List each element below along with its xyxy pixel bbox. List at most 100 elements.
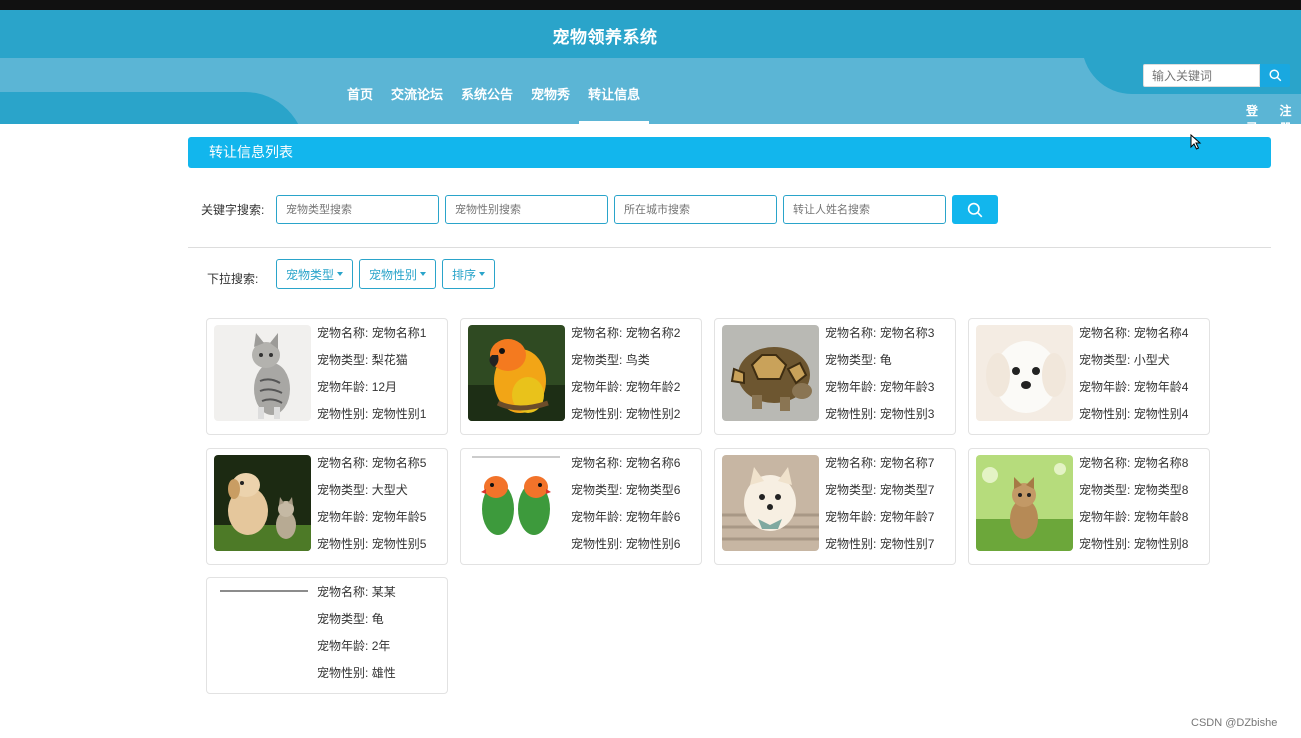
pet-type: 宠物类型8 <box>1133 483 1189 497</box>
pet-type: 小型犬 <box>1133 353 1170 367</box>
pet-gender: 宠物性别1 <box>371 407 427 421</box>
pet-gender-dropdown-label: 宠物性别 <box>369 267 418 282</box>
pet-gender-search-input[interactable] <box>445 195 608 224</box>
pet-age-label: 宠物年龄: <box>571 510 623 524</box>
cat-icon[interactable] <box>214 325 311 421</box>
city-search-input[interactable] <box>614 195 777 224</box>
search-icon <box>967 202 983 217</box>
pet-age: 宠物年龄3 <box>879 380 935 394</box>
nav-pet-show[interactable]: 宠物秀 <box>522 80 579 124</box>
pet-name: 宠物名称4 <box>1133 326 1189 340</box>
pet-age-label: 宠物年龄: <box>317 639 369 653</box>
nav-forum[interactable]: 交流论坛 <box>382 80 452 124</box>
transferor-name-search-input[interactable] <box>783 195 946 224</box>
pet-gender: 宠物性别2 <box>625 407 681 421</box>
tortoise-icon[interactable] <box>722 325 819 421</box>
pet-card[interactable]: 宠物名称: 宠物名称3 宠物类型: 龟 宠物年龄: 宠物年龄3 宠物性别: 宠物… <box>714 318 956 435</box>
pet-gender: 宠物性别8 <box>1133 537 1189 551</box>
pomeranian-icon[interactable] <box>722 455 819 551</box>
caret-down-icon <box>337 272 344 276</box>
pet-age-label: 宠物年龄: <box>825 510 877 524</box>
pet-card[interactable]: 宠物名称: 宠物名称1 宠物类型: 梨花猫 宠物年龄: 12月 宠物性别: 宠物… <box>206 318 448 435</box>
pet-gender: 宠物性别6 <box>625 537 681 551</box>
pet-type-label: 宠物类型: <box>317 483 369 497</box>
pet-type-label: 宠物类型: <box>317 353 369 367</box>
search-divider <box>188 247 1271 248</box>
pet-age-label: 宠物年龄: <box>1079 380 1131 394</box>
pet-gender-label: 宠物性别: <box>317 407 369 421</box>
header-decor-left <box>0 92 305 124</box>
pet-card[interactable]: 宠物名称: 宠物名称6 宠物类型: 宠物类型6 宠物年龄: 宠物年龄6 宠物性别… <box>460 448 702 565</box>
pet-gender-label: 宠物性别: <box>317 537 369 551</box>
search-icon <box>1268 69 1281 82</box>
pet-gender: 宠物性别3 <box>879 407 935 421</box>
pet-name-label: 宠物名称: <box>317 585 369 599</box>
auth-links: 登录 注册 <box>1246 102 1301 124</box>
login-link[interactable]: 登录 <box>1246 102 1268 124</box>
pet-age: 宠物年龄7 <box>879 510 935 524</box>
pet-name: 宠物名称2 <box>625 326 681 340</box>
pet-gender-label: 宠物性别: <box>825 407 877 421</box>
pet-gender: 宠物性别4 <box>1133 407 1189 421</box>
pet-card[interactable]: 宠物名称: 宠物名称8 宠物类型: 宠物类型8 宠物年龄: 宠物年龄8 宠物性别… <box>968 448 1210 565</box>
register-link[interactable]: 注册 <box>1280 102 1301 124</box>
sort-dropdown[interactable]: 排序 <box>442 259 496 289</box>
pet-type-label: 宠物类型: <box>1079 483 1131 497</box>
window-top-bar <box>0 0 1301 10</box>
site-title: 宠物领养系统 <box>552 28 658 47</box>
pet-gender-label: 宠物性别: <box>571 537 623 551</box>
pet-type: 大型犬 <box>371 483 408 497</box>
white-dog-icon[interactable] <box>976 325 1073 421</box>
pet-card[interactable]: 宠物名称: 宠物名称5 宠物类型: 大型犬 宠物年龄: 宠物年龄5 宠物性别: … <box>206 448 448 565</box>
pet-gender-label: 宠物性别: <box>571 407 623 421</box>
pet-name: 宠物名称7 <box>879 456 935 470</box>
pet-age: 宠物年龄5 <box>371 510 427 524</box>
pet-type-dropdown[interactable]: 宠物类型 <box>276 259 354 289</box>
pet-type: 龟 <box>879 353 892 367</box>
blank-image-icon[interactable] <box>214 584 311 680</box>
pet-name-label: 宠物名称: <box>1079 326 1131 340</box>
pet-type-label: 宠物类型: <box>825 483 877 497</box>
header-search <box>1143 64 1290 87</box>
pet-age: 宠物年龄2 <box>625 380 681 394</box>
pet-card[interactable]: 宠物名称: 宠物名称7 宠物类型: 宠物类型7 宠物年龄: 宠物年龄7 宠物性别… <box>714 448 956 565</box>
pet-age: 宠物年龄4 <box>1133 380 1189 394</box>
nav-home[interactable]: 首页 <box>338 80 382 124</box>
header-search-button[interactable] <box>1260 64 1290 87</box>
pet-type: 龟 <box>371 612 384 626</box>
dropdown-search-label: 下拉搜索: <box>207 271 259 286</box>
pet-card[interactable]: 宠物名称: 宠物名称2 宠物类型: 鸟类 宠物年龄: 宠物年龄2 宠物性别: 宠… <box>460 318 702 435</box>
pet-card[interactable]: 宠物名称: 宠物名称4 宠物类型: 小型犬 宠物年龄: 宠物年龄4 宠物性别: … <box>968 318 1210 435</box>
pet-type: 鸟类 <box>625 353 650 367</box>
kitten-grass-icon[interactable] <box>976 455 1073 551</box>
header-search-input[interactable] <box>1143 64 1260 87</box>
section-title-bar: 转让信息列表 <box>188 137 1271 168</box>
pet-card[interactable]: 宠物名称: 某某 宠物类型: 龟 宠物年龄: 2年 宠物性别: 雄性 <box>206 577 448 694</box>
pet-name-label: 宠物名称: <box>825 456 877 470</box>
pet-name: 宠物名称1 <box>371 326 427 340</box>
pet-name: 宠物名称6 <box>625 456 681 470</box>
pet-gender: 宠物性别7 <box>879 537 935 551</box>
pet-type: 宠物类型7 <box>879 483 935 497</box>
keyword-search-label: 关键字搜索: <box>201 203 265 217</box>
pet-gender: 宠物性别5 <box>371 537 427 551</box>
pet-age-label: 宠物年龄: <box>825 380 877 394</box>
pet-type-search-input[interactable] <box>276 195 439 224</box>
dropdown-search-row: 下拉搜索: 宠物类型 宠物性别 排序 <box>207 259 501 289</box>
pet-name-label: 宠物名称: <box>1079 456 1131 470</box>
pet-gender-label: 宠物性别: <box>1079 407 1131 421</box>
pet-gender-label: 宠物性别: <box>825 537 877 551</box>
pet-name-label: 宠物名称: <box>317 326 369 340</box>
parrot-icon[interactable] <box>468 325 565 421</box>
lovebirds-icon[interactable] <box>468 455 565 551</box>
puppy-kitten-icon[interactable] <box>214 455 311 551</box>
pet-name-label: 宠物名称: <box>571 456 623 470</box>
keyword-search-button[interactable] <box>952 195 998 224</box>
nav-transfer-info[interactable]: 转让信息 <box>579 80 650 124</box>
pet-name-label: 宠物名称: <box>571 326 623 340</box>
pet-type-dropdown-label: 宠物类型 <box>286 267 335 282</box>
nav-announcements[interactable]: 系统公告 <box>452 80 522 124</box>
pet-type-label: 宠物类型: <box>825 353 877 367</box>
pet-gender-dropdown[interactable]: 宠物性别 <box>359 259 437 289</box>
pet-age: 宠物年龄6 <box>625 510 681 524</box>
